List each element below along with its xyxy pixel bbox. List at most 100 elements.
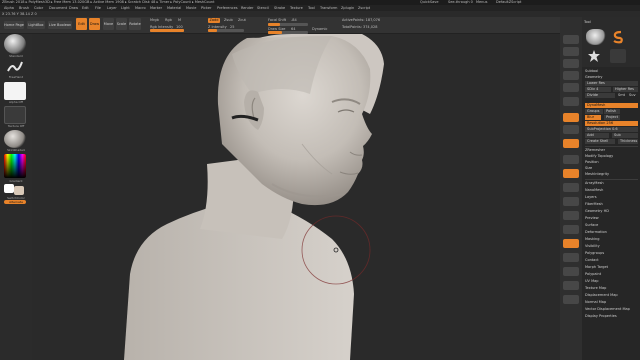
modify-topology-section[interactable]: Modify Topology (585, 154, 638, 159)
polymesh-small-icon[interactable] (610, 49, 626, 63)
star-tool-icon[interactable] (586, 49, 602, 63)
panel-section-layers[interactable]: Layers (585, 195, 638, 200)
home-page-button[interactable]: Home Page (4, 21, 24, 29)
resolution-slider[interactable]: Resolution 256 (585, 121, 638, 126)
size-section[interactable]: Size (585, 166, 638, 171)
transp-button[interactable] (563, 267, 579, 276)
polish-toggle[interactable]: Polish (604, 109, 620, 114)
zcut-button[interactable]: Zcut (238, 18, 246, 22)
menu-render[interactable]: Render (241, 5, 253, 11)
menu-texture[interactable]: Texture (290, 5, 303, 11)
mrgb-button[interactable]: Mrgb (150, 18, 159, 22)
brush-sphere-icon[interactable] (4, 34, 26, 54)
panel-section-displacement-map[interactable]: Displacement Map (585, 293, 638, 298)
meshintegrity-section[interactable]: MeshIntegrity (585, 172, 638, 177)
lower-res-button[interactable]: Lower Res (585, 81, 638, 86)
panel-section-masking[interactable]: Masking (585, 237, 638, 242)
stroke-freehand-icon[interactable] (4, 59, 26, 75)
rgb-intensity-slider[interactable] (150, 29, 184, 32)
create-shell-button[interactable]: Create Shell (585, 139, 615, 144)
xyz-button[interactable] (563, 169, 579, 178)
scale-button[interactable]: Scale (116, 18, 127, 30)
rotate-view-button[interactable] (563, 239, 579, 248)
menu-stroke[interactable]: Stroke (274, 5, 285, 11)
z-intensity-slider[interactable] (208, 29, 244, 32)
texture-off-icon[interactable] (4, 106, 26, 124)
project-toggle[interactable]: Project (604, 115, 620, 120)
floor-button[interactable] (563, 125, 579, 134)
groups-toggle[interactable]: Groups (585, 109, 603, 114)
polymesh3d-thumbnail-icon[interactable] (586, 29, 606, 45)
zsub-button[interactable]: Zsub (224, 18, 233, 22)
scroll-button[interactable] (563, 59, 579, 68)
menu-transform[interactable]: Transform (320, 5, 337, 11)
lsym-button[interactable] (563, 155, 579, 164)
sdiv-slider[interactable]: SDiv 4 (585, 87, 611, 92)
canvas-viewport[interactable] (32, 34, 560, 360)
panel-section-texture-map[interactable]: Texture Map (585, 286, 638, 291)
menu-zscript[interactable]: Zscript (358, 5, 370, 11)
dynamic-button[interactable]: Dynamic (312, 27, 327, 31)
local-button[interactable] (563, 139, 579, 148)
focal-shift-slider[interactable] (268, 23, 308, 26)
panel-section-geometry-hd[interactable]: Geometry HD (585, 209, 638, 214)
thickness-slider[interactable]: Thickness 4 (618, 139, 638, 144)
live-boolean-button[interactable]: Live Boolean (48, 21, 72, 29)
y-rotate-button[interactable] (563, 183, 579, 192)
suv-toggle[interactable]: Suv (629, 93, 638, 98)
rotate-button[interactable]: Rotate (129, 18, 141, 30)
menu-tool[interactable]: Tool (308, 5, 315, 11)
color-picker-icon[interactable] (4, 154, 26, 178)
spix-button[interactable] (563, 47, 579, 56)
menu-preferences[interactable]: Preferences (217, 5, 238, 11)
main-color-swatch[interactable] (4, 184, 14, 193)
panel-section-uv-map[interactable]: UV Map (585, 279, 638, 284)
position-section[interactable]: Position (585, 160, 638, 165)
solo-button[interactable] (563, 281, 579, 290)
higher-res-button[interactable]: Higher Res (613, 87, 638, 92)
menu-zplugin[interactable]: Zplugin (341, 5, 354, 11)
panel-section-polygroups[interactable]: Polygroups (585, 251, 638, 256)
menu-movie[interactable]: Movie (186, 5, 196, 11)
edit-button[interactable]: Edit (76, 18, 87, 30)
secondary-color-swatch[interactable] (14, 186, 24, 195)
zadd-button[interactable]: Zadd (208, 18, 220, 23)
subtool-section[interactable]: Subtool (585, 69, 638, 74)
move-view-button[interactable] (563, 211, 579, 220)
panel-section-nanomesh[interactable]: NanoMesh (585, 188, 638, 193)
panel-section-polypaint[interactable]: Polypaint (585, 272, 638, 277)
draw-button[interactable]: Draw (89, 18, 100, 30)
divide-button[interactable]: Divide (585, 93, 615, 98)
panel-section-fibermesh[interactable]: FiberMesh (585, 202, 638, 207)
add-button[interactable]: Add (585, 133, 609, 138)
menu-material[interactable]: Material (167, 5, 181, 11)
panel-section-preview[interactable]: Preview (585, 216, 638, 221)
panel-section-surface[interactable]: Surface (585, 223, 638, 228)
blur-slider[interactable]: Blur (585, 115, 601, 120)
persp-button[interactable] (563, 113, 579, 122)
menu-picker[interactable]: Picker (201, 5, 211, 11)
aahalf-button[interactable] (563, 97, 579, 106)
lightbox-button[interactable]: LightBox (27, 21, 45, 29)
subprojection-slider[interactable]: SubProjection 0.6 (585, 127, 638, 132)
frame-button[interactable] (563, 197, 579, 206)
zoom-button[interactable] (563, 71, 579, 80)
dynamesh-section[interactable]: DynaMesh (585, 103, 638, 108)
smt-toggle[interactable]: Smt (618, 93, 628, 98)
panel-section-morph-target[interactable]: Morph Target (585, 265, 638, 270)
zoom3d-button[interactable] (563, 225, 579, 234)
bpr-button[interactable] (563, 35, 579, 44)
panel-section-vector-displacement-map[interactable]: Vector Displacement Map (585, 307, 638, 312)
panel-section-deformation[interactable]: Deformation (585, 230, 638, 235)
panel-section-normal-map[interactable]: Normal Map (585, 300, 638, 305)
material-sphere-icon[interactable] (4, 130, 26, 148)
move-button[interactable]: Move (103, 18, 114, 30)
panel-section-display-properties[interactable]: Display Properties (585, 314, 638, 319)
geometry-section[interactable]: Geometry (585, 75, 638, 80)
sub-button[interactable]: Sub (612, 133, 638, 138)
panel-section-arraymesh[interactable]: ArrayMesh (585, 181, 638, 186)
menu-stencil[interactable]: Stencil (257, 5, 269, 11)
actual-button[interactable] (563, 83, 579, 92)
tool-s-icon[interactable] (610, 29, 626, 45)
rgb-button[interactable]: Rgb (165, 18, 172, 22)
